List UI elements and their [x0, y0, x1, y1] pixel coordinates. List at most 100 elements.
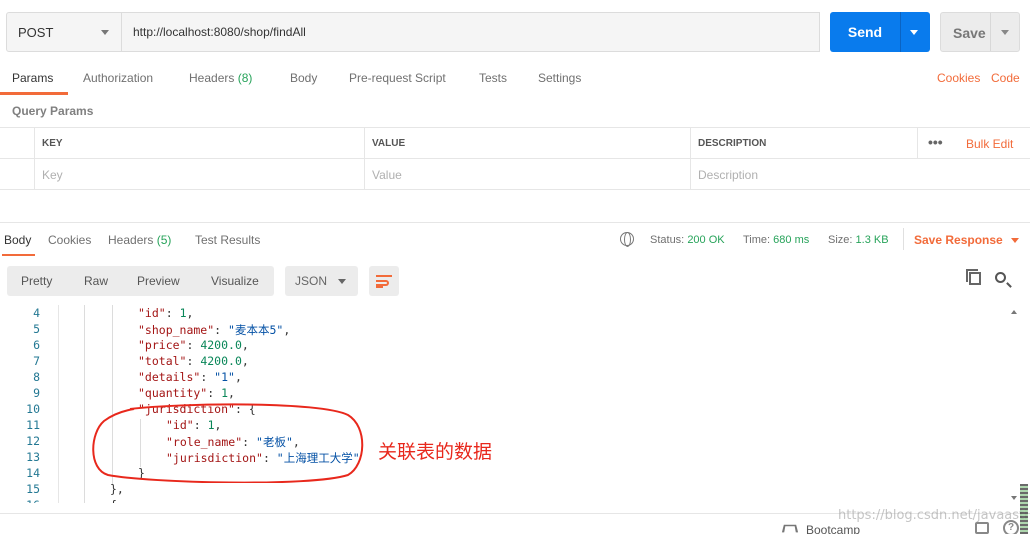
- size-info: Size: 1.3 KB: [828, 234, 889, 246]
- tab-headers-label: Headers: [189, 71, 235, 85]
- code-line: "price": 4200.0,: [138, 338, 249, 352]
- chevron-down-icon: [338, 279, 346, 284]
- line-number: 16: [0, 498, 40, 503]
- response-divider: [0, 222, 1030, 223]
- params-input-row: Key Value Description: [0, 159, 1030, 190]
- keyboard-shortcuts-icon[interactable]: [975, 522, 989, 534]
- status-divider: [903, 228, 904, 250]
- equalizer-icon: [1020, 484, 1028, 534]
- wrap-icon-line: [376, 275, 392, 277]
- request-bar: POST http://localhost:8080/shop/findAll …: [6, 12, 1020, 52]
- code-line: },: [110, 482, 124, 496]
- send-label: Send: [847, 24, 883, 40]
- format-preview-button[interactable]: Preview: [137, 274, 180, 288]
- line-number: 7: [33, 354, 40, 368]
- language-select[interactable]: JSON: [285, 266, 358, 296]
- line-number: 6: [33, 338, 40, 352]
- send-options-chevron-icon[interactable]: [910, 30, 918, 35]
- tab-prerequest-script[interactable]: Pre-request Script: [349, 71, 446, 85]
- size-label: Size:: [828, 234, 853, 246]
- bulk-edit-link[interactable]: Bulk Edit: [966, 137, 1013, 151]
- time-value[interactable]: 680 ms: [773, 234, 809, 246]
- response-tab-body[interactable]: Body: [4, 233, 31, 247]
- response-tab-headers[interactable]: Headers (5): [108, 233, 171, 247]
- send-divider: [900, 12, 901, 52]
- bulk-divider: [917, 128, 918, 158]
- scroll-down-arrow-icon[interactable]: [1011, 496, 1017, 500]
- query-params-title: Query Params: [12, 104, 94, 118]
- send-button[interactable]: Send: [830, 12, 930, 52]
- save-divider: [990, 13, 991, 51]
- format-visualize-button[interactable]: Visualize: [211, 274, 259, 288]
- tab-tests[interactable]: Tests: [479, 71, 507, 85]
- line-number: 11: [26, 418, 40, 432]
- params-header-row: KEY VALUE DESCRIPTION ••• Bulk Edit: [0, 128, 1030, 159]
- code-line: "details": "1",: [138, 370, 242, 384]
- params-col-key: KEY: [34, 128, 364, 159]
- format-segmented-control: Pretty Raw Preview Visualize: [7, 266, 274, 296]
- language-label: JSON: [295, 274, 328, 288]
- chevron-down-icon: [1010, 238, 1019, 244]
- copy-icon[interactable]: [966, 269, 981, 285]
- line-number: 10: [26, 402, 40, 416]
- line-number: 12: [26, 434, 40, 448]
- code-line: {: [110, 498, 117, 503]
- response-active-tab-underline: [2, 254, 35, 256]
- size-value[interactable]: 1.3 KB: [856, 234, 889, 246]
- response-tab-cookies[interactable]: Cookies: [48, 233, 91, 247]
- line-number: 15: [26, 482, 40, 496]
- tab-headers-count: (8): [237, 71, 253, 85]
- save-button[interactable]: Save: [940, 12, 1020, 52]
- code-line: "quantity": 1,: [138, 386, 235, 400]
- tab-params[interactable]: Params: [12, 71, 53, 85]
- format-raw-button[interactable]: Raw: [84, 274, 108, 288]
- line-number: 4: [33, 306, 40, 320]
- status-info: Status: 200 OK: [650, 234, 725, 246]
- param-value-input[interactable]: Value: [364, 159, 690, 190]
- bootcamp-icon[interactable]: [781, 524, 799, 533]
- tab-settings[interactable]: Settings: [538, 71, 581, 85]
- param-key-input[interactable]: Key: [34, 159, 364, 190]
- tab-authorization[interactable]: Authorization: [83, 71, 153, 85]
- globe-icon[interactable]: [620, 232, 634, 247]
- response-tab-headers-label: Headers: [108, 233, 154, 247]
- chevron-down-icon: [101, 30, 109, 35]
- code-line: "shop_name": "麦本本5",: [138, 323, 291, 337]
- params-checkbox-col: [0, 128, 34, 159]
- params-row-checkbox: [0, 159, 34, 190]
- code-link[interactable]: Code: [991, 71, 1020, 85]
- cookies-link[interactable]: Cookies: [937, 71, 980, 85]
- param-description-input[interactable]: Description: [690, 159, 1030, 190]
- tab-body[interactable]: Body: [290, 71, 317, 85]
- search-icon[interactable]: [995, 272, 1006, 283]
- save-response-label: Save Response: [914, 233, 1003, 247]
- wrap-icon-line: [376, 286, 383, 288]
- active-tab-underline: [0, 92, 68, 95]
- save-label: Save: [953, 25, 986, 41]
- method-label: POST: [18, 24, 54, 40]
- status-value[interactable]: 200 OK: [687, 234, 724, 246]
- tab-headers[interactable]: Headers (8): [189, 71, 252, 85]
- more-options-icon[interactable]: •••: [928, 134, 943, 150]
- request-tabs: Params Authorization Headers (8) Body Pr…: [0, 64, 1030, 95]
- scroll-up-arrow-icon[interactable]: [1011, 310, 1017, 314]
- url-input[interactable]: http://localhost:8080/shop/findAll: [122, 12, 820, 52]
- wrap-lines-button[interactable]: [369, 266, 399, 296]
- status-label: Status:: [650, 234, 685, 246]
- time-info: Time: 680 ms: [743, 234, 809, 246]
- response-tab-headers-count: (5): [156, 233, 172, 247]
- watermark: https://blog.csdn.net/javaasti: [838, 508, 1028, 523]
- method-select[interactable]: POST: [6, 12, 122, 52]
- gutter-divider: [58, 305, 59, 503]
- annotation-circle: [92, 403, 364, 483]
- bootcamp-link[interactable]: Bootcamp: [806, 523, 860, 534]
- format-pretty-button[interactable]: Pretty: [21, 274, 52, 288]
- time-label: Time:: [743, 234, 771, 246]
- line-number: 13: [26, 450, 40, 464]
- url-text: http://localhost:8080/shop/findAll: [133, 25, 306, 39]
- save-response-button[interactable]: Save Response: [914, 233, 1019, 247]
- response-tab-test-results[interactable]: Test Results: [195, 233, 260, 247]
- save-options-chevron-icon[interactable]: [1001, 30, 1009, 35]
- annotation-label: 关联表的数据: [378, 441, 493, 463]
- line-number: 5: [33, 322, 40, 336]
